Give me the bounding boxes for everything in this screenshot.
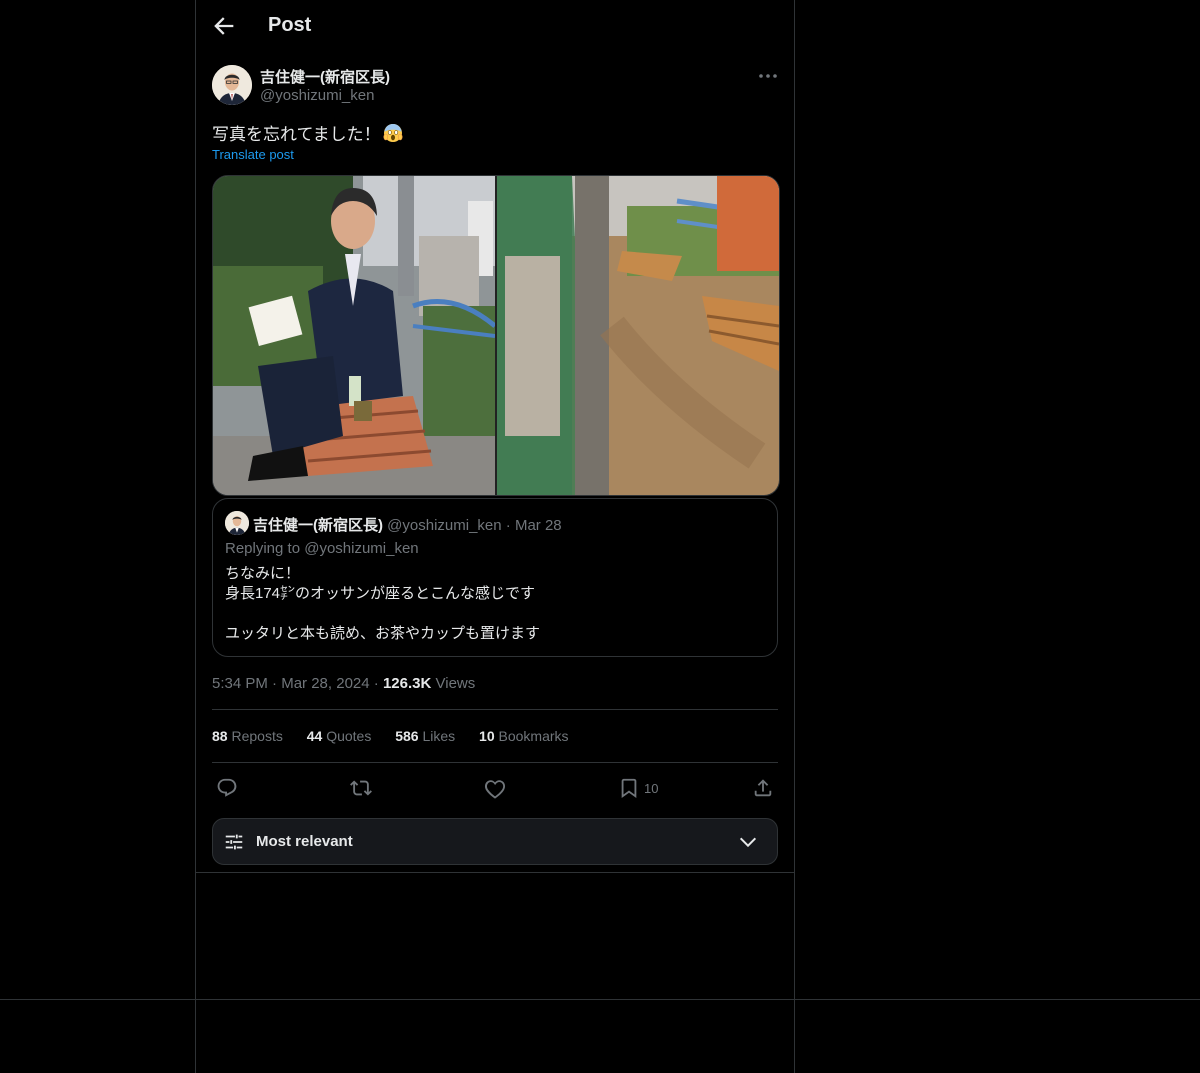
column-border-left	[195, 0, 196, 1073]
bookmark-icon	[621, 778, 637, 799]
reply-button[interactable]	[216, 775, 238, 801]
column-bottom-divider	[195, 872, 795, 873]
bookmarks-label: Bookmarks	[498, 728, 569, 744]
heart-icon	[484, 780, 506, 799]
post-time[interactable]: 5:34 PM	[212, 675, 268, 692]
photo-man-on-bench-icon	[213, 176, 497, 495]
media-grid	[212, 175, 780, 496]
reply-icon	[217, 778, 237, 797]
post-meta: 5:34 PM · Mar 28, 2024 · 126.3K Views	[212, 675, 475, 692]
quotes-stat[interactable]: 44 Quotes	[307, 728, 372, 744]
quoted-header: 吉住健一(新宿区長) @yoshizumi_ken · Mar 28	[253, 514, 562, 535]
bookmark-count: 10	[644, 780, 659, 796]
back-arrow-icon	[214, 17, 234, 35]
quotes-label: Quotes	[326, 728, 372, 744]
photo-man-on-bench[interactable]	[213, 176, 497, 495]
repost-button[interactable]	[350, 775, 372, 801]
views-count: 126.3K	[382, 675, 432, 692]
column-border-right	[794, 0, 795, 1073]
bookmarks-count: 10	[479, 728, 495, 744]
photo-empty-benches-icon	[497, 176, 779, 495]
reposts-label: Reposts	[231, 728, 283, 744]
views-label: Views	[435, 675, 476, 692]
screaming-face-emoji-icon	[383, 124, 403, 142]
meta-separator: ·	[272, 675, 278, 692]
bookmarks-stat[interactable]: 10 Bookmarks	[479, 728, 569, 744]
chevron-down-icon	[739, 837, 757, 848]
share-button[interactable]	[752, 775, 774, 801]
author-avatar[interactable]	[212, 65, 252, 105]
quoted-author-handle: @yoshizumi_ken	[387, 517, 502, 534]
more-options-button[interactable]	[756, 64, 780, 88]
sort-label: Most relevant	[256, 833, 353, 850]
reposts-count: 88	[212, 728, 228, 744]
engagement-stats: 88 Reposts 44 Quotes 586 Likes 10 Bookma…	[212, 728, 589, 744]
quoted-post[interactable]: 吉住健一(新宿区長) @yoshizumi_ken · Mar 28 Reply…	[212, 498, 778, 657]
quoted-body: ちなみに！ 身長174㌢のオッサンが座るとこんな感じです ユッタリと本も読め、お…	[225, 565, 541, 642]
top-bar: Post	[196, 0, 794, 53]
reply-sort-dropdown[interactable]: Most relevant	[212, 818, 778, 865]
sliders-icon	[225, 834, 243, 850]
repost-icon	[350, 780, 372, 796]
ellipsis-icon	[759, 74, 777, 78]
author-name[interactable]: 吉住健一(新宿区長)	[260, 66, 390, 87]
post-text-content: 写真を忘れてました！	[212, 125, 381, 144]
likes-stat[interactable]: 586 Likes	[395, 728, 455, 744]
author-handle[interactable]: @yoshizumi_ken	[260, 87, 374, 104]
page-title: Post	[268, 14, 312, 36]
quoted-replying-to: Replying to @yoshizumi_ken	[225, 540, 419, 557]
quoted-author-name: 吉住健一(新宿区長)	[253, 517, 383, 534]
page-bottom-divider	[0, 999, 1200, 1000]
quoted-separator: ·	[505, 517, 511, 534]
back-button[interactable]	[210, 12, 238, 40]
divider	[212, 762, 778, 763]
quoted-date: Mar 28	[514, 517, 562, 534]
meta-separator: ·	[373, 675, 379, 692]
bookmark-button[interactable]: 10	[618, 775, 658, 801]
likes-label: Likes	[422, 728, 456, 744]
like-button[interactable]	[484, 775, 506, 801]
divider	[212, 709, 778, 710]
photo-empty-benches[interactable]	[497, 176, 779, 495]
bottom-column-border-left	[195, 999, 196, 1073]
avatar-portrait-icon	[212, 65, 252, 105]
likes-count: 586	[395, 728, 419, 744]
share-icon	[754, 779, 772, 797]
post-date[interactable]: Mar 28, 2024	[281, 675, 369, 692]
avatar-portrait-icon	[225, 511, 249, 535]
translate-post-link[interactable]: Translate post	[212, 147, 294, 162]
quoted-author-avatar	[225, 511, 249, 535]
post-text: 写真を忘れてました！	[212, 120, 403, 145]
quotes-count: 44	[306, 728, 323, 744]
reposts-stat[interactable]: 88 Reposts	[212, 728, 283, 744]
